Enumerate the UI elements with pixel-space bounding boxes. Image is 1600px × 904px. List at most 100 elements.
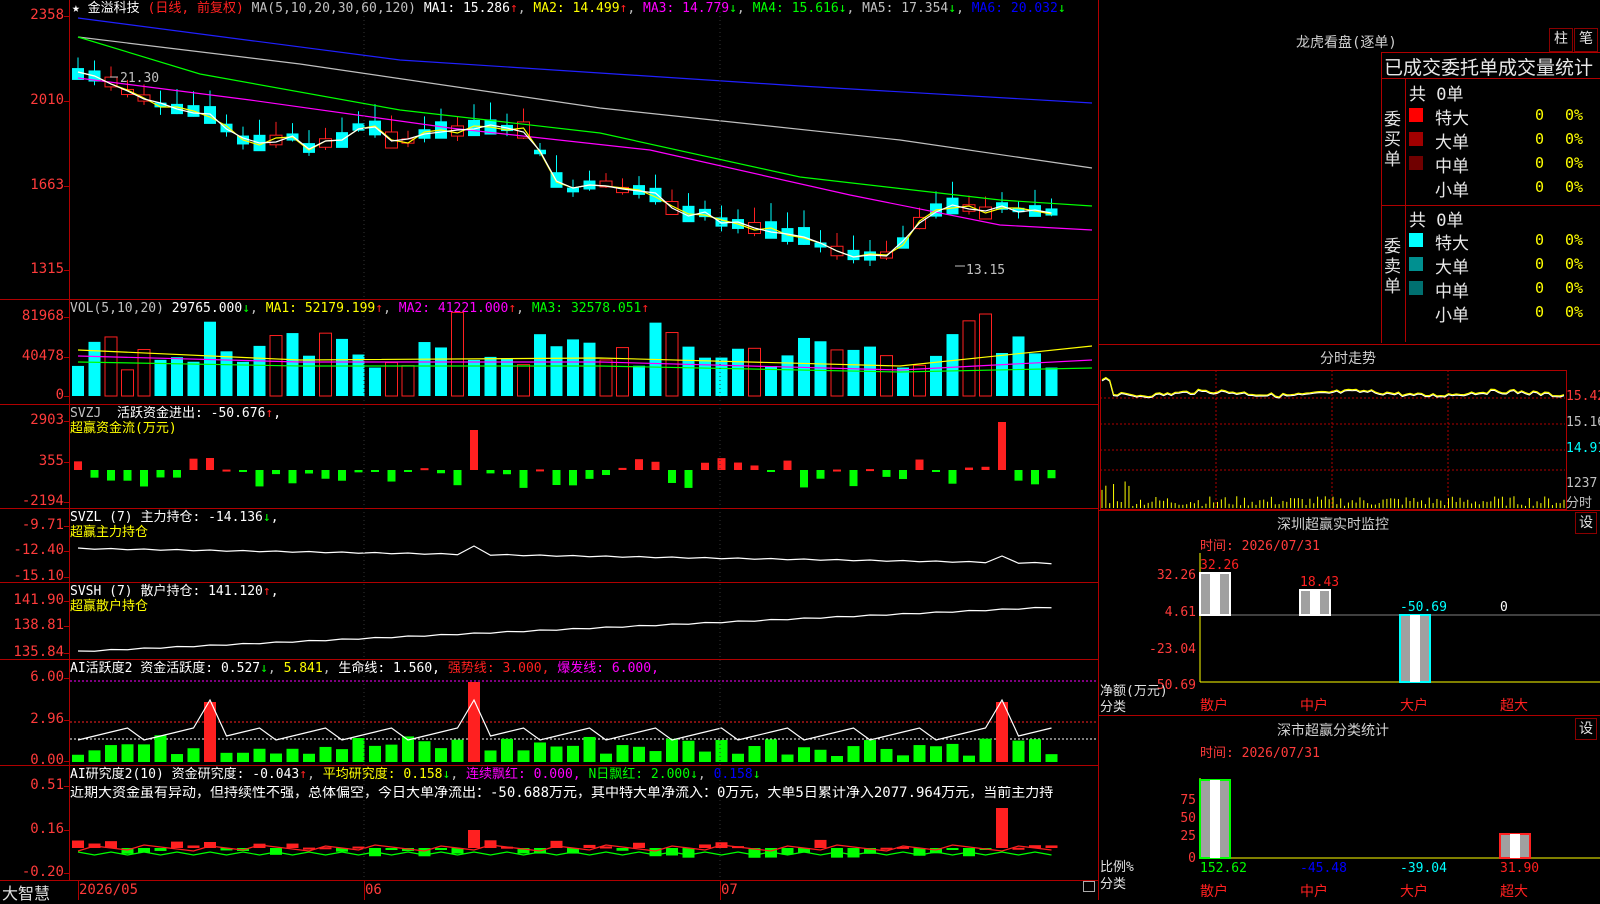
activity-bar (253, 748, 266, 762)
research-bar (468, 830, 480, 848)
ai-active-arrow: ↓ (260, 661, 268, 676)
y-tick-label: 6.00 (30, 669, 64, 685)
vol-ma-arrow: ↑ (508, 301, 517, 316)
ai-research-comment: 近期大资金虽有异动，但持续性不强，总体偏空，今日大单净流出：-50.688万元，… (70, 786, 1054, 801)
legend-swatch (1409, 132, 1423, 146)
volume-bar (501, 358, 513, 396)
activity-bar (336, 749, 348, 762)
fund-flow-bar (981, 466, 990, 470)
low-label: 13.15 (966, 263, 1005, 278)
classify-time: 时间: 2026/07/31 (1200, 746, 1320, 761)
activity-bar (930, 746, 942, 762)
volume-bar (765, 366, 777, 396)
volume-bar (204, 321, 216, 396)
y-tick-mark (64, 16, 70, 17)
research-bar (187, 845, 200, 848)
monitor-y-tick: -23.04 (1149, 642, 1196, 657)
lock-icon[interactable] (1083, 881, 1095, 892)
volume-bar (616, 347, 629, 397)
vol-ma-arrow: ↑ (375, 301, 384, 316)
row-percent: 0% (1565, 303, 1584, 321)
row-label: 小单 (1435, 306, 1469, 326)
fund-flow-bar (899, 470, 907, 480)
volume-bar (468, 359, 480, 396)
stock-name[interactable]: 金溢科技 (88, 1, 140, 16)
ai-research-p5-arrow: ↓ (752, 767, 761, 782)
ai-research-p5: 0.158 (713, 767, 753, 782)
fund-flow-bar (1031, 470, 1039, 485)
research-bar (1012, 847, 1025, 850)
date-tick (78, 880, 79, 900)
y-tick-mark (64, 551, 70, 552)
volume-bar (599, 359, 613, 397)
volume-bar (880, 355, 893, 397)
monitor-settings-button[interactable]: 设 (1575, 512, 1597, 534)
fund-flow-bar (998, 422, 1006, 470)
y-tick-label: 141.90 (13, 592, 64, 608)
fund-flow-bar (222, 469, 231, 472)
burst-line-value: 爆发线: 6.000, (557, 661, 659, 676)
y-tick-label: 2.96 (30, 711, 64, 727)
fund-flow-bar (371, 470, 379, 472)
intraday-vol-label: 1237 (1566, 476, 1598, 491)
activity-bar (979, 738, 992, 762)
row-label: 大单 (1435, 258, 1469, 278)
fund-flow-bar (156, 470, 165, 478)
fund-flow-bar (272, 470, 280, 475)
monitor-category-label: 中户 (1300, 697, 1328, 714)
activity-bar (600, 753, 612, 762)
legend-swatch (1409, 257, 1423, 271)
vol-ma-value: MA1: 52179.199 (265, 301, 376, 316)
y-tick-mark (64, 653, 70, 654)
row-count: 0 (1534, 231, 1544, 249)
row-label: 大单 (1435, 133, 1469, 153)
date-label-jun: 06 (365, 882, 382, 898)
activity-bar (550, 746, 563, 762)
ai-active-value2: 5.841 (283, 661, 323, 676)
ma-value: MA5: 17.354 (862, 1, 949, 16)
ai-research-arrow: ↑ (299, 767, 308, 782)
fund-flow-bar (206, 458, 214, 470)
activity-bar (352, 738, 365, 762)
legend-swatch (1409, 108, 1423, 122)
pen-mode-button[interactable]: 笔 (1574, 28, 1598, 52)
research-bar (814, 839, 827, 848)
vol-ma-value: MA2: 41221.000 (398, 301, 509, 316)
fund-flow-bar (882, 470, 891, 477)
row-percent: 0% (1565, 154, 1584, 172)
activity-bar (715, 739, 728, 762)
volume-bar (171, 357, 183, 396)
monitor-category-label: 超大 (1500, 698, 1528, 714)
intraday-chart-frame[interactable] (1100, 370, 1567, 510)
activity-bar (946, 743, 959, 762)
classify-title: 深市超赢分类统计 (1277, 723, 1389, 739)
vol-ma-arrow: ↑ (641, 301, 650, 316)
activity-bar (880, 748, 893, 762)
volume-bar (979, 313, 992, 397)
volume-bar (121, 369, 134, 397)
y-tick-mark (64, 357, 70, 358)
intraday-price-low: 14.91 (1566, 441, 1600, 456)
ai-active-header: AI活跃度2 资金活跃度: 0.527↓, 5.841, 生命线: 1.560,… (70, 661, 659, 676)
fund-flow-bar (750, 465, 759, 470)
classify-y-tick: 25 (1180, 829, 1196, 844)
ma5-line (77, 36, 1093, 169)
y-tick-mark (64, 317, 70, 318)
y-tick-label: -12.40 (13, 542, 64, 558)
volume-bar (781, 355, 794, 396)
research-bar (1045, 845, 1058, 848)
box-divider (1381, 78, 1600, 79)
svsh-subtitle: 超赢散户持仓 (70, 599, 149, 614)
main-force-line (77, 545, 1052, 565)
bar-mode-button[interactable]: 柱 (1549, 28, 1573, 52)
volume-bar (830, 349, 844, 397)
activity-bar (154, 735, 167, 762)
star-icon[interactable]: ★ (72, 1, 80, 16)
fund-flow-bar (701, 462, 709, 470)
fund-flow-bar (717, 458, 726, 470)
classify-settings-button[interactable]: 设 (1575, 718, 1597, 740)
research-bar (286, 843, 299, 848)
row-percent: 0% (1565, 255, 1584, 273)
volume-bar (237, 361, 249, 396)
fund-flow-bar (503, 470, 511, 475)
